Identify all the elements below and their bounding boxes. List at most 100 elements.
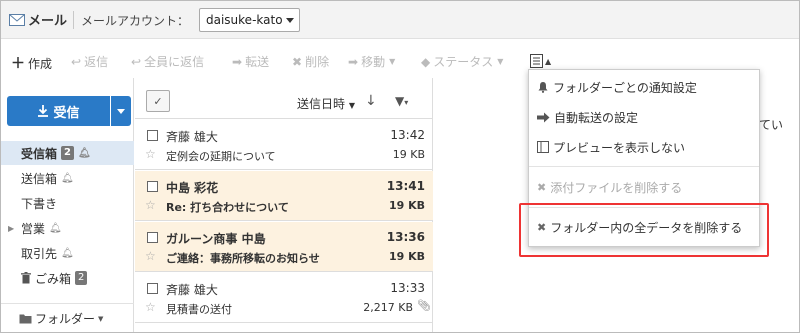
reply-all-label: 全員に返信 bbox=[144, 55, 205, 69]
trash-icon bbox=[21, 272, 31, 284]
mail-subject: 定例会の延期について bbox=[166, 150, 276, 163]
mail-time: 13:33 bbox=[390, 281, 425, 295]
menu-divider bbox=[529, 166, 759, 167]
reply-icon: ↩ bbox=[71, 54, 82, 69]
menu-item-auto-forward[interactable]: 自動転送の設定 bbox=[529, 102, 759, 132]
item-count-badge: 2 bbox=[75, 271, 88, 285]
row-checkbox[interactable] bbox=[147, 232, 158, 243]
envelope-icon bbox=[9, 13, 25, 26]
folder-drafts[interactable]: 下書き bbox=[1, 191, 134, 215]
mail-time: 13:42 bbox=[390, 128, 425, 142]
star-icon[interactable]: ☆ bbox=[145, 300, 156, 314]
filter-button[interactable]: ▼▾ bbox=[395, 94, 408, 108]
receive-dropdown-button[interactable] bbox=[111, 96, 131, 126]
folder-sales[interactable]: ▶ 営業 🔔︎ bbox=[1, 216, 134, 240]
mail-subject: ご連絡：事務所移転のお知らせ bbox=[166, 252, 320, 265]
download-icon bbox=[38, 105, 49, 117]
move-button[interactable]: ➡ 移動 ▼ bbox=[348, 53, 395, 70]
menu-item-delete-attachments: ✖ 添付ファイルを削除する bbox=[529, 172, 759, 202]
mail-size: 2,217 KB bbox=[363, 301, 413, 314]
x-icon: ✖ bbox=[292, 54, 303, 69]
chevron-down-icon bbox=[117, 108, 125, 114]
move-icon: ➡ bbox=[348, 54, 359, 69]
reply-label: 返信 bbox=[84, 55, 109, 69]
folder-icon bbox=[19, 314, 32, 324]
folder-inbox[interactable]: 受信箱 2 🔔︎ bbox=[1, 141, 134, 165]
receive-button[interactable]: 受信 bbox=[7, 96, 110, 126]
chevron-down-icon bbox=[286, 18, 294, 23]
folder-trash[interactable]: ごみ箱 2 bbox=[1, 266, 134, 290]
more-menu-button[interactable]: ▲ bbox=[530, 51, 554, 71]
menu-item-notification-settings[interactable]: フォルダーごとの通知設定 bbox=[529, 72, 759, 102]
plus-icon: ＋ bbox=[11, 56, 25, 72]
check-icon: ✓ bbox=[153, 94, 163, 108]
mail-row-unread[interactable]: ☆ ガルーン商事 中島 ご連絡：事務所移転のお知らせ 13:36 19 KB bbox=[135, 222, 433, 272]
mail-row[interactable]: ☆ 斉藤 雄大 定例会の延期について 13:42 19 KB bbox=[135, 120, 433, 170]
bell-icon: 🔔︎ bbox=[77, 147, 91, 159]
folder-label: 取引先 bbox=[21, 246, 58, 261]
status-label: ステータス bbox=[433, 55, 494, 69]
folder-label: ごみ箱 bbox=[35, 271, 72, 286]
app-title: メール bbox=[9, 10, 67, 29]
filter-icon: ▼ bbox=[395, 94, 405, 108]
sort-dropdown[interactable]: 送信日時 ▼ bbox=[297, 95, 355, 112]
mail-time: 13:36 bbox=[386, 230, 425, 244]
list-menu-icon bbox=[530, 54, 543, 68]
account-select[interactable]: daisuke-kato bbox=[199, 8, 300, 32]
folder-menu-label: フォルダー bbox=[35, 312, 96, 326]
app-title-text: メール bbox=[28, 14, 68, 29]
row-checkbox[interactable] bbox=[147, 130, 158, 141]
mail-subject: 見積書の送付 bbox=[166, 303, 232, 316]
delete-button[interactable]: ✖ 削除 bbox=[292, 53, 329, 70]
menu-item-label: プレビューを表示しない bbox=[553, 140, 686, 155]
reply-all-button[interactable]: ↩ 全員に返信 bbox=[131, 53, 204, 70]
bell-icon: 🔔︎ bbox=[49, 222, 62, 234]
receive-label: 受信 bbox=[53, 105, 80, 121]
app-header: メール メールアカウント： daisuke-kato bbox=[1, 1, 799, 39]
folder-clients[interactable]: 取引先 🔔︎ bbox=[1, 241, 134, 265]
folder-label: 営業 bbox=[21, 221, 46, 236]
forward-label: 転送 bbox=[245, 55, 270, 69]
header-divider bbox=[73, 11, 74, 29]
delete-label: 削除 bbox=[305, 55, 330, 69]
bell-icon: 🔔︎ bbox=[61, 172, 74, 184]
forward-button[interactable]: ➡ 転送 bbox=[232, 53, 269, 70]
select-all-checkbox[interactable]: ✓ bbox=[146, 90, 170, 112]
folder-sent[interactable]: 送信箱 🔔︎ bbox=[1, 166, 134, 190]
forward-icon: ➡ bbox=[232, 54, 243, 69]
folder-label: 送信箱 bbox=[21, 171, 58, 186]
sort-direction-icon[interactable]: ↓ bbox=[365, 93, 377, 109]
mail-sender: ガルーン商事 中島 bbox=[166, 232, 266, 246]
star-icon[interactable]: ☆ bbox=[145, 198, 156, 212]
unread-badge: 2 bbox=[61, 146, 74, 160]
mail-size: 19 KB bbox=[388, 199, 425, 212]
account-label: メールアカウント： bbox=[81, 14, 190, 28]
move-label: 移動 bbox=[361, 55, 386, 69]
expand-triangle-icon[interactable]: ▶ bbox=[8, 224, 14, 233]
account-select-value: daisuke-kato bbox=[206, 13, 283, 27]
reply-button[interactable]: ↩ 返信 bbox=[71, 53, 108, 70]
arrow-right-icon bbox=[537, 112, 550, 122]
chevron-up-icon: ▲ bbox=[545, 56, 552, 66]
bell-icon bbox=[538, 82, 548, 93]
menu-item-label: 自動転送の設定 bbox=[554, 110, 639, 125]
status-button[interactable]: ◆ ステータス ▼ bbox=[421, 53, 503, 70]
star-icon[interactable]: ☆ bbox=[145, 249, 156, 263]
preview-text: てい bbox=[759, 118, 784, 132]
highlight-callout-box bbox=[519, 203, 769, 257]
mail-row-unread[interactable]: ☆ 中島 彩花 Re: 打ち合わせについて 13:41 19 KB bbox=[135, 171, 433, 221]
folder-menu-button[interactable]: フォルダー ▼ bbox=[1, 303, 134, 332]
paperclip-icon: 📎︎ bbox=[417, 299, 431, 312]
star-icon[interactable]: ☆ bbox=[145, 147, 156, 161]
create-label: 作成 bbox=[28, 56, 53, 71]
folder-label: 受信箱 bbox=[21, 146, 58, 161]
mail-subject: Re: 打ち合わせについて bbox=[166, 201, 289, 214]
tag-icon: ◆ bbox=[421, 54, 431, 69]
mail-row[interactable]: ☆ 斉藤 雄大 見積書の送付 13:33 2,217 KB 📎︎ bbox=[135, 273, 433, 323]
create-button[interactable]: ＋ 作成 bbox=[11, 53, 52, 73]
sort-label: 送信日時 bbox=[297, 97, 346, 111]
row-checkbox[interactable] bbox=[147, 283, 158, 294]
row-checkbox[interactable] bbox=[147, 181, 158, 192]
menu-item-hide-preview[interactable]: プレビューを表示しない bbox=[529, 132, 759, 162]
mail-sender: 中島 彩花 bbox=[166, 181, 219, 195]
